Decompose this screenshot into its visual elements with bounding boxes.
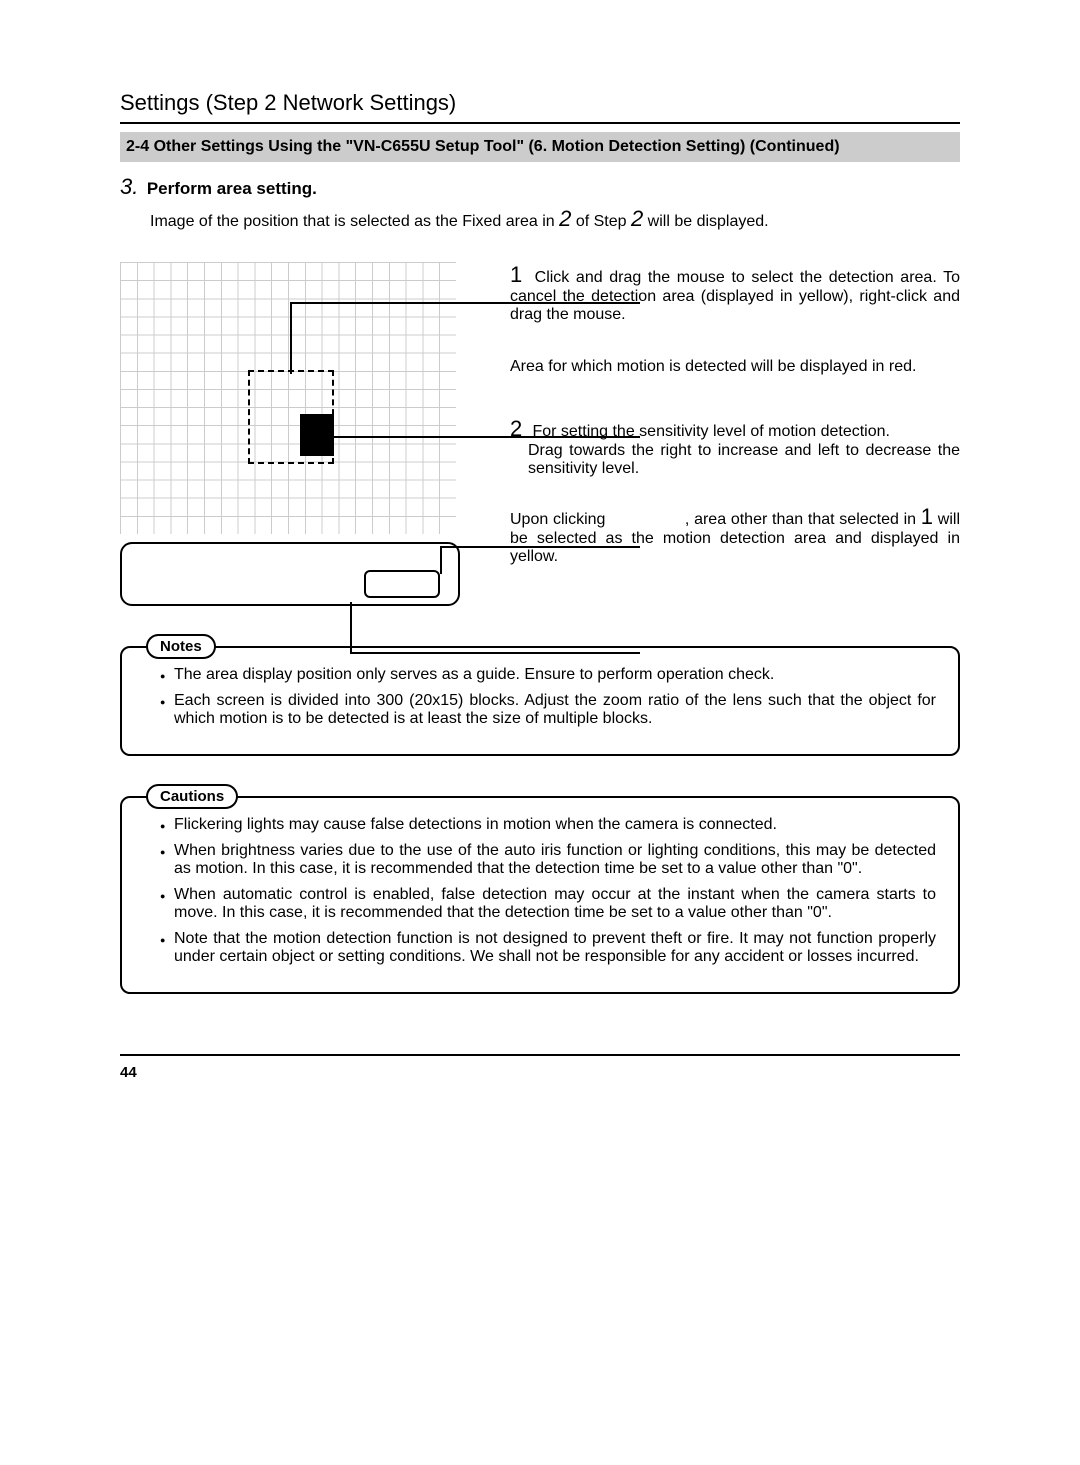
- leader-line: [333, 436, 640, 438]
- text: , area other than that selected in: [685, 511, 921, 528]
- note-item: The area display position only serves as…: [160, 666, 936, 684]
- ref-1: 1: [921, 504, 933, 530]
- callout-2: 2 For setting the sensitivity level of m…: [510, 416, 960, 478]
- ref-step-2: 2: [631, 206, 643, 231]
- text: Image of the position that is selected a…: [150, 213, 559, 230]
- callout-number: 1: [510, 262, 528, 288]
- caution-item: When automatic control is enabled, false…: [160, 886, 936, 922]
- notes-label: Notes: [146, 634, 216, 659]
- leader-line: [290, 302, 292, 374]
- motion-block: [300, 414, 334, 456]
- section-title: Settings (Step 2 Network Settings): [120, 90, 960, 116]
- callout-invert: Upon clicking , area other than that sel…: [510, 504, 960, 566]
- text: of Step: [571, 213, 631, 230]
- text: Upon clicking: [510, 511, 610, 528]
- banner-heading: 2-4 Other Settings Using the "VN-C655U S…: [120, 132, 960, 162]
- step-heading: 3. Perform area setting.: [120, 174, 960, 200]
- divider: [120, 122, 960, 124]
- callouts: 1 Click and drag the mouse to select the…: [490, 262, 960, 592]
- callout-number: 2: [510, 416, 528, 442]
- notes-box: Notes The area display position only ser…: [120, 646, 960, 756]
- step-title: Perform area setting.: [147, 179, 317, 198]
- leader-line: [350, 602, 352, 652]
- callout-redblock: Area for which motion is detected will b…: [510, 358, 960, 376]
- step-number: 3.: [120, 174, 138, 199]
- cautions-label: Cautions: [146, 784, 238, 809]
- text: will be displayed.: [643, 213, 768, 230]
- callout-text: Click and drag the mouse to select the d…: [510, 269, 960, 323]
- leader-line: [290, 302, 640, 304]
- leader-line: [440, 546, 640, 548]
- sensitivity-panel: [120, 542, 460, 606]
- caution-item: Flickering lights may cause false detect…: [160, 816, 936, 834]
- caution-item: Note that the motion detection function …: [160, 930, 936, 966]
- cautions-box: Cautions Flickering lights may cause fal…: [120, 796, 960, 994]
- leader-line: [440, 546, 442, 574]
- callout-1: 1 Click and drag the mouse to select the…: [510, 262, 960, 324]
- caution-item: When brightness varies due to the use of…: [160, 842, 936, 878]
- invert-button[interactable]: [364, 570, 440, 598]
- callout-text: Drag towards the right to increase and l…: [528, 442, 960, 478]
- ref-2: 2: [559, 206, 571, 231]
- footer-rule: [120, 1054, 960, 1056]
- diagram-area: [120, 262, 490, 606]
- page-number: 44: [120, 1064, 960, 1081]
- note-item: Each screen is divided into 300 (20x15) …: [160, 692, 936, 728]
- footer: 44: [120, 1054, 960, 1081]
- step-body: Image of the position that is selected a…: [150, 206, 960, 232]
